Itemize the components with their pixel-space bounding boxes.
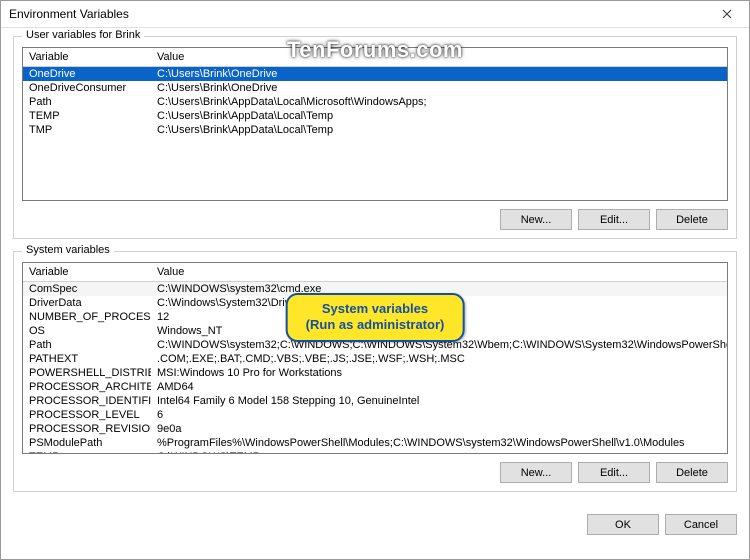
table-row[interactable]: TEMPC:\Users\Brink\AppData\Local\Temp (23, 109, 727, 123)
cell-variable: PSModulePath (23, 436, 151, 450)
title-bar: Environment Variables (1, 1, 749, 28)
user-new-button[interactable]: New... (500, 209, 572, 230)
cell-value: Windows_NT (151, 324, 727, 338)
system-vars-buttons: New... Edit... Delete (22, 454, 728, 483)
cell-variable: NUMBER_OF_PROCESSORS (23, 310, 151, 324)
table-row[interactable]: OSWindows_NT (23, 324, 727, 338)
system-vars-label: System variables (22, 244, 114, 256)
cell-value: C:\Windows\System32\Drivers\DriverData (151, 296, 727, 310)
cell-variable: PROCESSOR_IDENTIFIER (23, 394, 151, 408)
user-edit-button[interactable]: Edit... (578, 209, 650, 230)
cell-variable: DriverData (23, 296, 151, 310)
cell-value: C:\Users\Brink\AppData\Local\Microsoft\W… (151, 95, 727, 109)
cell-variable: POWERSHELL_DISTRIBUTIO... (23, 366, 151, 380)
user-delete-button[interactable]: Delete (656, 209, 728, 230)
cell-variable: Path (23, 95, 151, 109)
user-vars-list[interactable]: Variable Value OneDriveC:\Users\Brink\On… (22, 47, 728, 201)
cell-value: C:\WINDOWS\system32\cmd.exe (151, 282, 727, 296)
dialog-buttons: OK Cancel (1, 514, 749, 545)
cell-variable: OneDrive (23, 67, 151, 81)
cell-variable: PROCESSOR_ARCHITECTURE (23, 380, 151, 394)
cell-variable: PATHEXT (23, 352, 151, 366)
col-header-variable[interactable]: Variable (23, 263, 151, 281)
cell-value: C:\Users\Brink\AppData\Local\Temp (151, 123, 727, 137)
cell-variable: ComSpec (23, 282, 151, 296)
user-vars-group: User variables for Brink Variable Value … (13, 36, 737, 239)
table-row[interactable]: PathC:\WINDOWS\system32;C:\WINDOWS;C:\WI… (23, 338, 727, 352)
user-vars-label: User variables for Brink (22, 29, 144, 41)
cell-value: 6 (151, 408, 727, 422)
system-delete-button[interactable]: Delete (656, 462, 728, 483)
cell-value: C:\Users\Brink\AppData\Local\Temp (151, 109, 727, 123)
table-row[interactable]: ComSpecC:\WINDOWS\system32\cmd.exe (23, 282, 727, 296)
table-row[interactable]: PROCESSOR_IDENTIFIERIntel64 Family 6 Mod… (23, 394, 727, 408)
list-header: Variable Value (23, 48, 727, 67)
table-row[interactable]: NUMBER_OF_PROCESSORS12 (23, 310, 727, 324)
close-button[interactable] (704, 1, 749, 28)
cell-variable: Path (23, 338, 151, 352)
table-row[interactable]: OneDriveConsumerC:\Users\Brink\OneDrive (23, 81, 727, 95)
cell-value: %ProgramFiles%\WindowsPowerShell\Modules… (151, 436, 727, 450)
table-row[interactable]: PathC:\Users\Brink\AppData\Local\Microso… (23, 95, 727, 109)
table-row[interactable]: OneDriveC:\Users\Brink\OneDrive (23, 67, 727, 81)
table-row[interactable]: PROCESSOR_LEVEL6 (23, 408, 727, 422)
ok-button[interactable]: OK (587, 514, 659, 535)
cell-value: 12 (151, 310, 727, 324)
cell-variable: PROCESSOR_REVISION (23, 422, 151, 436)
window-title: Environment Variables (9, 7, 129, 21)
cell-value: .COM;.EXE;.BAT;.CMD;.VBS;.VBE;.JS;.JSE;.… (151, 352, 727, 366)
table-row[interactable]: POWERSHELL_DISTRIBUTIO...MSI:Windows 10 … (23, 366, 727, 380)
cell-value: C:\WINDOWS\system32;C:\WINDOWS;C:\WINDOW… (151, 338, 727, 352)
cell-value: AMD64 (151, 380, 727, 394)
cell-variable: TEMP (23, 109, 151, 123)
cell-value: MSI:Windows 10 Pro for Workstations (151, 366, 727, 380)
user-vars-buttons: New... Edit... Delete (22, 201, 728, 230)
table-row[interactable]: PROCESSOR_REVISION9e0a (23, 422, 727, 436)
cell-value: C:\Users\Brink\OneDrive (151, 67, 727, 81)
table-row[interactable]: PROCESSOR_ARCHITECTUREAMD64 (23, 380, 727, 394)
col-header-variable[interactable]: Variable (23, 48, 151, 66)
system-vars-list[interactable]: Variable Value ComSpecC:\WINDOWS\system3… (22, 262, 728, 454)
dialog-content: User variables for Brink Variable Value … (1, 28, 749, 514)
cell-variable: PROCESSOR_LEVEL (23, 408, 151, 422)
col-header-value[interactable]: Value (151, 48, 727, 66)
cell-variable: OneDriveConsumer (23, 81, 151, 95)
cancel-button[interactable]: Cancel (665, 514, 737, 535)
close-icon (722, 9, 732, 19)
cell-value: Intel64 Family 6 Model 158 Stepping 10, … (151, 394, 727, 408)
system-edit-button[interactable]: Edit... (578, 462, 650, 483)
cell-value: 9e0a (151, 422, 727, 436)
system-vars-group: System variables Variable Value ComSpecC… (13, 251, 737, 492)
cell-variable: TMP (23, 123, 151, 137)
table-row[interactable]: TMPC:\Users\Brink\AppData\Local\Temp (23, 123, 727, 137)
table-row[interactable]: DriverDataC:\Windows\System32\Drivers\Dr… (23, 296, 727, 310)
table-row[interactable]: PSModulePath%ProgramFiles%\WindowsPowerS… (23, 436, 727, 450)
list-header: Variable Value (23, 263, 727, 282)
col-header-value[interactable]: Value (151, 263, 727, 281)
cell-variable: OS (23, 324, 151, 338)
table-row[interactable]: PATHEXT.COM;.EXE;.BAT;.CMD;.VBS;.VBE;.JS… (23, 352, 727, 366)
system-new-button[interactable]: New... (500, 462, 572, 483)
cell-value: C:\Users\Brink\OneDrive (151, 81, 727, 95)
